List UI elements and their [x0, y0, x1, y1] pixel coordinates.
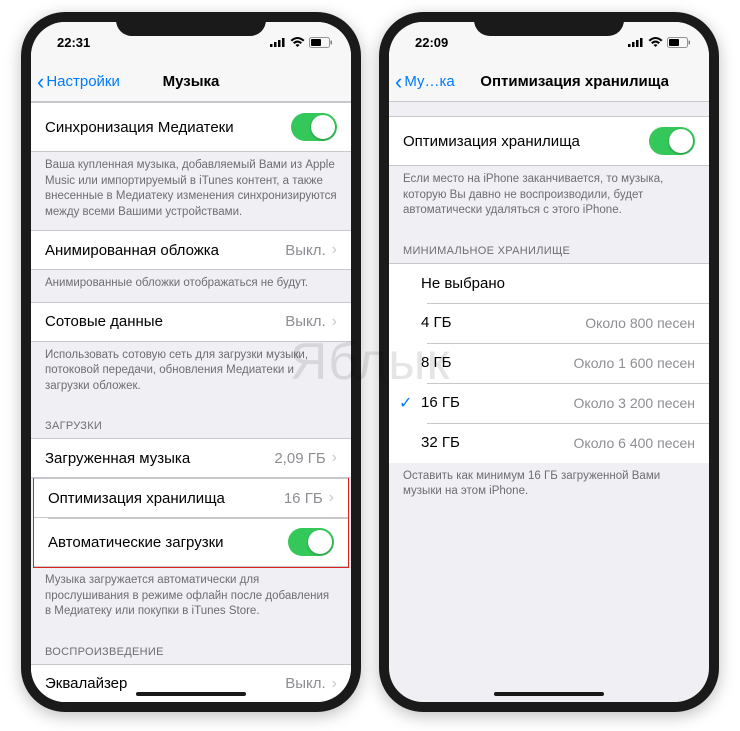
back-label: Му…ка — [404, 73, 454, 90]
row-label: Эквалайзер — [45, 675, 127, 692]
status-time: 22:31 — [57, 35, 90, 50]
row-label: Оптимизация хранилища — [48, 490, 225, 507]
row-label: Синхронизация Медиатеки — [45, 119, 234, 136]
row-value: Выкл. — [285, 675, 325, 692]
row-label: Оптимизация хранилища — [403, 133, 580, 150]
chevron-right-icon: › — [332, 313, 337, 331]
chevron-left-icon: ‹ — [395, 71, 402, 93]
option-detail: Около 800 песен — [585, 315, 695, 331]
storage-option-none[interactable]: Не выбрано — [389, 263, 709, 303]
cellular-signal-icon — [270, 37, 286, 48]
row-value: 16 ГБ — [284, 490, 323, 507]
option-detail: Около 6 400 песен — [574, 435, 695, 451]
back-label: Настройки — [46, 73, 120, 90]
option-label: 8 ГБ — [417, 354, 574, 371]
storage-option-4gb[interactable]: 4 ГБ Около 800 песен — [389, 303, 709, 343]
settings-list[interactable]: Оптимизация хранилища Если место на iPho… — [389, 102, 709, 702]
option-label: 4 ГБ — [417, 314, 585, 331]
row-footer: Анимированные обложки отображаться не бу… — [31, 270, 351, 302]
group-header-playback: ВОСПРОИЗВЕДЕНИЕ — [31, 630, 351, 664]
storage-option-16gb[interactable]: ✓ 16 ГБ Около 3 200 песен — [389, 383, 709, 423]
option-detail: Около 3 200 песен — [574, 395, 695, 411]
page-title: Оптимизация хранилища — [480, 73, 669, 90]
optimize-storage-row[interactable]: Оптимизация хранилища 16 ГБ › — [34, 478, 348, 518]
row-label: Загруженная музыка — [45, 450, 190, 467]
chevron-right-icon: › — [332, 449, 337, 467]
wifi-icon — [648, 37, 663, 48]
option-label: 32 ГБ — [417, 434, 574, 451]
row-footer: Использовать сотовую сеть для загрузки м… — [31, 342, 351, 405]
status-time: 22:09 — [415, 35, 448, 50]
storage-option-8gb[interactable]: 8 ГБ Около 1 600 песен — [389, 343, 709, 383]
home-indicator[interactable] — [494, 692, 604, 696]
row-footer: Оставить как минимум 16 ГБ загруженной В… — [389, 463, 709, 510]
back-button[interactable]: ‹ Му…ка — [395, 71, 455, 93]
option-label: Не выбрано — [417, 275, 695, 292]
chevron-right-icon: › — [332, 241, 337, 259]
row-label: Анимированная обложка — [45, 242, 219, 259]
row-label: Автоматические загрузки — [48, 534, 224, 551]
notch — [116, 12, 266, 36]
nav-bar: ‹ Му…ка Оптимизация хранилища — [389, 62, 709, 102]
row-footer: Если место на iPhone заканчивается, то м… — [389, 166, 709, 229]
chevron-right-icon: › — [329, 489, 334, 507]
sync-library-toggle[interactable] — [291, 113, 337, 141]
storage-option-32gb[interactable]: 32 ГБ Около 6 400 песен — [389, 423, 709, 463]
phone-left: 22:31 ‹ Настройки Музыка Синхронизация М… — [21, 12, 361, 712]
row-value: Выкл. — [285, 242, 325, 259]
cellular-data-row[interactable]: Сотовые данные Выкл. › — [31, 302, 351, 342]
row-value: Выкл. — [285, 313, 325, 330]
battery-icon — [309, 37, 333, 48]
optimize-storage-toggle[interactable] — [649, 127, 695, 155]
option-detail: Около 1 600 песен — [574, 355, 695, 371]
highlight-box: Оптимизация хранилища 16 ГБ › Автоматичес… — [33, 477, 349, 568]
home-indicator[interactable] — [136, 692, 246, 696]
equalizer-row[interactable]: Эквалайзер Выкл. › — [31, 664, 351, 702]
nav-bar: ‹ Настройки Музыка — [31, 62, 351, 102]
settings-list[interactable]: Синхронизация Медиатеки Ваша купленная м… — [31, 102, 351, 702]
notch — [474, 12, 624, 36]
row-footer: Ваша купленная музыка, добавляемый Вами … — [31, 152, 351, 230]
row-value: 2,09 ГБ — [274, 450, 325, 467]
automatic-downloads-toggle[interactable] — [288, 528, 334, 556]
checkmark-icon: ✓ — [399, 393, 417, 413]
downloaded-music-row[interactable]: Загруженная музыка 2,09 ГБ › — [31, 438, 351, 478]
chevron-left-icon: ‹ — [37, 71, 44, 93]
optimize-storage-toggle-row[interactable]: Оптимизация хранилища — [389, 116, 709, 166]
option-label: 16 ГБ — [417, 394, 574, 411]
page-title: Музыка — [163, 73, 220, 90]
cellular-signal-icon — [628, 37, 644, 48]
wifi-icon — [290, 37, 305, 48]
group-header-downloads: ЗАГРУЗКИ — [31, 404, 351, 438]
row-label: Сотовые данные — [45, 313, 163, 330]
sync-library-row[interactable]: Синхронизация Медиатеки — [31, 102, 351, 152]
group-header-min-storage: МИНИМАЛЬНОЕ ХРАНИЛИЩЕ — [389, 229, 709, 263]
chevron-right-icon: › — [332, 675, 337, 693]
battery-icon — [667, 37, 691, 48]
back-button[interactable]: ‹ Настройки — [37, 71, 120, 93]
row-footer: Музыка загружается автоматически для про… — [31, 567, 351, 630]
phone-right: 22:09 ‹ Му…ка Оптимизация хранилища Опти… — [379, 12, 719, 712]
animated-cover-row[interactable]: Анимированная обложка Выкл. › — [31, 230, 351, 270]
automatic-downloads-row[interactable]: Автоматические загрузки — [34, 518, 348, 567]
